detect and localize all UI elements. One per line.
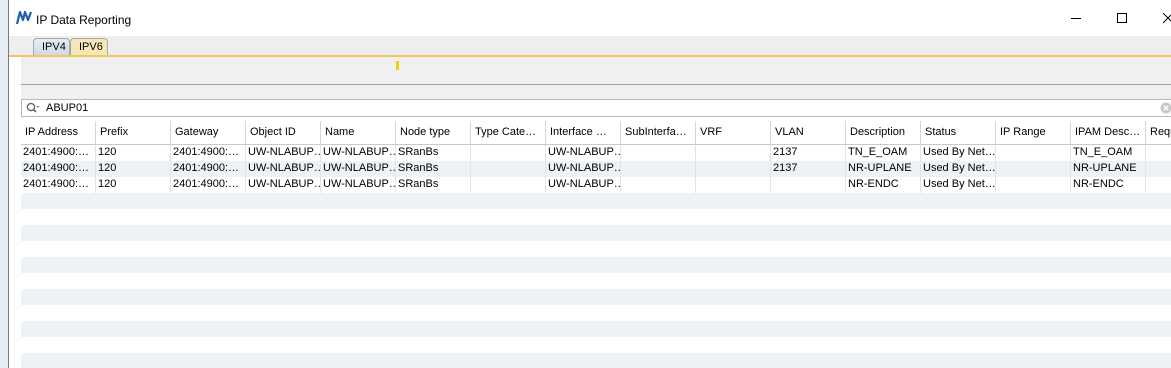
table-cell [696,145,771,161]
table-cell: UW-NLABUP… [321,161,396,177]
column-header[interactable]: Object ID [246,121,321,145]
row-stripe [21,321,1171,337]
splitter-handle[interactable] [396,61,399,70]
table-cell: Used By Net… [921,177,996,193]
table-cell [696,177,771,193]
table-cell: 120 [96,145,171,161]
row-stripe [21,257,1171,273]
window-title: IP Data Reporting [36,13,132,27]
row-stripe [21,225,1171,241]
table-cell: 2401:4900:… [171,145,246,161]
table-cell [1146,161,1171,177]
table-cell: UW-NLABUP… [321,177,396,193]
minimize-button[interactable] [1053,6,1099,32]
column-header[interactable]: SubInterfa… [621,121,696,145]
table-row[interactable]: 2401:4900:… 120 2401:4900:… UW-NLABUP… UW-NL… [21,145,1171,161]
table-header: IP Address Prefix Gateway Object ID Name Node… [21,121,1171,145]
column-header[interactable]: IP Range [996,121,1071,145]
table-cell: UW-NLABUP… [321,145,396,161]
table-cell [1146,145,1171,161]
table-cell: SRanBs [396,177,471,193]
table-cell: 2401:4900:… [21,177,96,193]
column-header[interactable]: Name [321,121,396,145]
table-cell: UW-NLABUP… [246,161,321,177]
minimize-icon [1071,13,1081,26]
table-cell: Used By Net… [921,161,996,177]
column-header[interactable]: Gateway [171,121,246,145]
table-cell: UW-NLABUP… [546,145,621,161]
search-icon[interactable] [26,102,40,114]
close-button[interactable] [1145,6,1171,32]
table-cell: 120 [96,177,171,193]
search-bar [21,99,1171,117]
table-cell [696,161,771,177]
column-header[interactable]: Node type [396,121,471,145]
tab-strip: IPV4 IPV6 [9,36,1171,56]
panel-gap [21,85,1171,99]
table-cell [471,161,546,177]
table-cell [621,177,696,193]
column-header[interactable]: IPAM Desc… [1071,121,1146,145]
row-stripe [21,193,1171,209]
close-icon [1162,12,1171,26]
table-cell: Used By Net… [921,145,996,161]
table-cell: SRanBs [396,145,471,161]
table-cell [621,161,696,177]
column-header[interactable]: Interface … [546,121,621,145]
clear-icon[interactable] [1160,102,1171,114]
column-header[interactable]: Requ [1146,121,1171,145]
tab-ipv4[interactable]: IPV4 [33,38,70,55]
table-cell [471,145,546,161]
column-header[interactable]: VRF [696,121,771,145]
column-header[interactable]: Description [846,121,921,145]
table-cell: UW-NLABUP… [246,145,321,161]
table-cell: UW-NLABUP… [546,177,621,193]
row-stripe [21,353,1171,368]
table-cell: NR-UPLANE [846,161,921,177]
table-cell: 2137 [771,161,846,177]
table-cell: 2137 [771,145,846,161]
table-cell: TN_E_OAM [1071,145,1146,161]
table-cell: 2401:4900:… [171,161,246,177]
table-cell: 2401:4900:… [21,145,96,161]
table-cell: 2401:4900:… [171,177,246,193]
title-bar[interactable]: IP Data Reporting [9,0,1171,36]
table-cell [1146,177,1171,193]
maximize-button[interactable] [1099,6,1145,32]
table-cell: NR-UPLANE [1071,161,1146,177]
table-cell: NR-ENDC [846,177,921,193]
table-cell [621,145,696,161]
table-cell: UW-NLABUP… [546,161,621,177]
app-logo-icon [15,10,33,25]
maximize-icon [1117,12,1127,26]
table-cell [996,161,1071,177]
column-header[interactable]: Status [921,121,996,145]
table-cell: UW-NLABUP… [246,177,321,193]
table-cell: 120 [96,161,171,177]
table-cell: 2401:4900:… [21,161,96,177]
ip-data-reporting-window: IP Data Reporting IPV4 IPV6 ABUP01 IP Ad… [8,0,1171,368]
table-cell [996,177,1071,193]
table-cell [996,145,1071,161]
table-row[interactable]: 2401:4900:… 120 2401:4900:… UW-NLABUP… UW-NL… [21,177,1171,193]
column-header[interactable]: IP Address [21,121,96,145]
column-header[interactable]: Prefix [96,121,171,145]
ip-data-table: IP Address Prefix Gateway Object ID Name Node… [21,121,1171,368]
search-input[interactable] [46,101,1146,115]
toolbar-area [21,57,1171,85]
table-cell [771,177,846,193]
column-header[interactable]: Type Cate… [471,121,546,145]
row-stripe [21,289,1171,305]
table-cell: SRanBs [396,161,471,177]
table-cell: TN_E_OAM [846,145,921,161]
table-cell: NR-ENDC [1071,177,1146,193]
tab-ipv6[interactable]: IPV6 [70,38,108,55]
table-cell [471,177,546,193]
table-row[interactable]: 2401:4900:… 120 2401:4900:… UW-NLABUP… UW-NL… [21,161,1171,177]
column-header[interactable]: VLAN [771,121,846,145]
